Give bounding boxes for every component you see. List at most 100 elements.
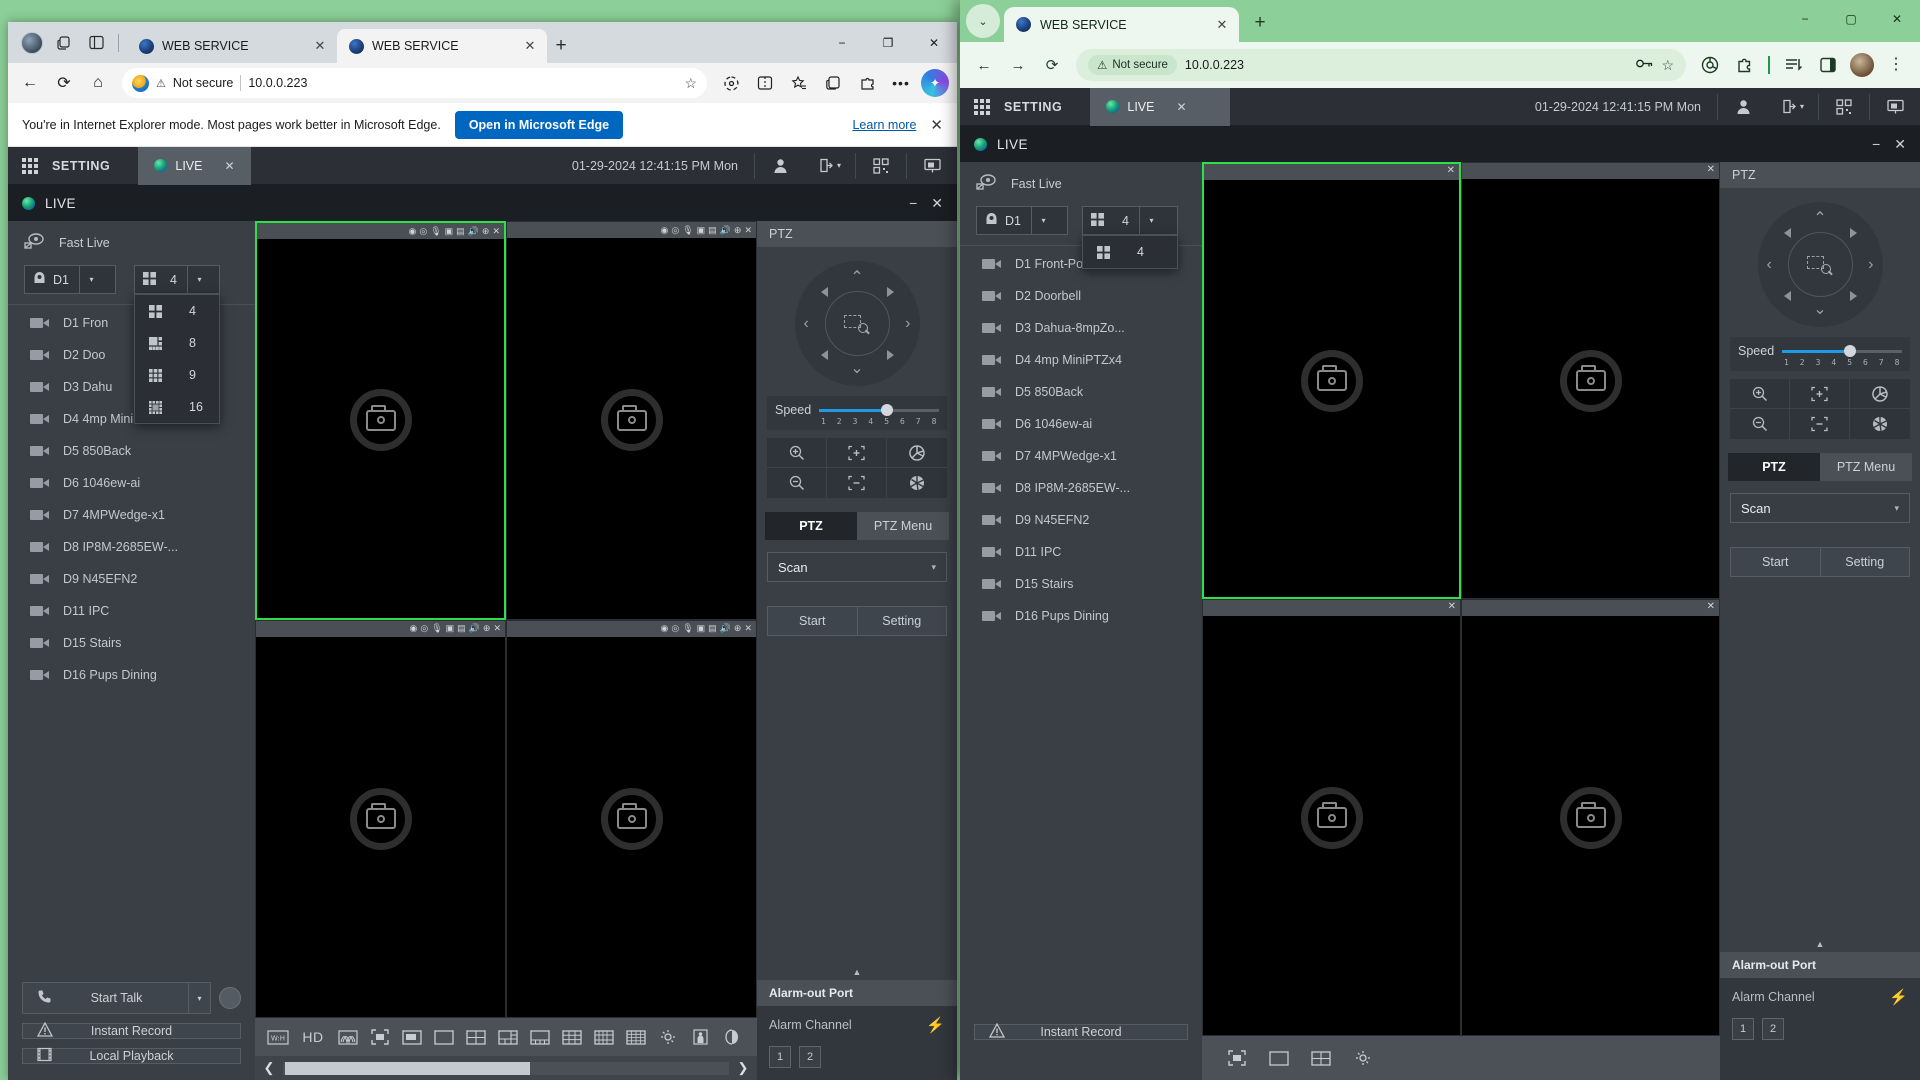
list-item[interactable]: D11 IPC — [8, 595, 255, 627]
view-1-icon[interactable] — [1264, 1043, 1294, 1073]
close-button[interactable]: ✕ — [931, 195, 943, 212]
tab-ptz-menu[interactable]: PTZ Menu — [857, 512, 949, 540]
start-talk-button[interactable]: Start Talk ▾ — [22, 982, 211, 1014]
audio-icon[interactable]: 🔊 — [469, 623, 480, 634]
split-option-8[interactable]: 8 — [135, 327, 219, 359]
zoom-in-icon[interactable] — [1730, 379, 1790, 409]
profile-avatar-button[interactable] — [1846, 49, 1878, 81]
focus-far-icon[interactable] — [827, 468, 887, 498]
ptz-start-button[interactable]: Start — [1730, 547, 1821, 577]
back-button[interactable]: ← — [14, 67, 46, 99]
hd-quality-icon[interactable]: HD — [295, 1022, 331, 1052]
view-13-icon[interactable] — [589, 1022, 619, 1052]
tab-actions-icon[interactable] — [50, 29, 78, 57]
joystick-dial[interactable]: ⌃ ⌄ ‹ › — [1757, 202, 1883, 327]
browser-essentials-icon[interactable] — [715, 67, 747, 99]
instant-record-button[interactable]: Instant Record — [22, 1021, 241, 1039]
video-pane-2[interactable]: ✕ — [1461, 162, 1720, 599]
extensions-icon[interactable] — [1694, 49, 1726, 81]
focus-near-icon[interactable] — [827, 438, 887, 468]
split-screen-icon[interactable] — [749, 67, 781, 99]
zoom-out-icon[interactable] — [767, 468, 827, 498]
audio-icon[interactable]: 🔊 — [720, 623, 731, 634]
talk-status-circle[interactable] — [219, 987, 241, 1009]
ptz-right-arrow[interactable]: › — [1868, 256, 1873, 273]
ai-rules-icon[interactable] — [717, 1022, 747, 1052]
zoom-out-icon[interactable] — [1730, 409, 1790, 439]
list-item[interactable]: D11 IPC — [960, 536, 1202, 568]
ptz-down-arrow[interactable]: ⌄ — [1813, 302, 1826, 318]
setting-menu-label[interactable]: SETTING — [52, 159, 138, 173]
close-icon[interactable]: ✕ — [744, 623, 752, 634]
scrollbar-thumb[interactable] — [285, 1061, 531, 1075]
digital-zoom-icon[interactable]: ⊕ — [734, 623, 742, 634]
fast-live-row[interactable]: Fast Live — [960, 162, 1202, 206]
instant-record-button[interactable]: Instant Record — [974, 1022, 1188, 1040]
maximize-button[interactable]: ❐ — [865, 22, 911, 63]
favorites-icon[interactable] — [783, 67, 815, 99]
video-pane-3[interactable]: ✕ — [1202, 599, 1461, 1036]
chevron-down-icon[interactable]: ▾ — [1138, 207, 1163, 234]
more-menu-icon[interactable]: ⋮ — [1880, 49, 1912, 81]
browser-extensions-icon[interactable] — [851, 67, 883, 99]
smart-track-icon[interactable] — [1348, 1043, 1378, 1073]
ptz-up-right-arrow[interactable] — [886, 287, 894, 297]
digital-zoom-icon[interactable]: ⊕ — [483, 623, 491, 634]
edge-tab-2[interactable]: WEB SERVICE ✕ — [337, 29, 547, 63]
list-item[interactable]: D7 4MPWedge-x1 — [960, 440, 1202, 472]
close-tab-icon[interactable]: ✕ — [311, 38, 329, 54]
chevron-down-icon[interactable]: ▾ — [188, 983, 210, 1013]
list-item[interactable]: D16 Pups Dining — [960, 600, 1202, 632]
close-window-button[interactable]: ✕ — [911, 22, 957, 63]
split-option-9[interactable]: 9 — [135, 359, 219, 391]
logout-icon[interactable]: ▾ — [805, 147, 855, 185]
focus-near-icon[interactable] — [1790, 379, 1850, 409]
close-tab-icon[interactable]: ✕ — [1176, 100, 1186, 114]
user-icon[interactable] — [1718, 88, 1768, 126]
area-zoom-button[interactable] — [824, 291, 890, 356]
close-tab-icon[interactable]: ✕ — [224, 159, 234, 173]
user-icon[interactable] — [755, 147, 805, 185]
logout-icon[interactable]: ▾ — [1768, 88, 1818, 126]
people-count-icon[interactable] — [685, 1022, 715, 1052]
close-icon[interactable]: ✕ — [1707, 164, 1715, 175]
video-pane-1[interactable]: ✕ — [1202, 162, 1461, 599]
mic-icon[interactable]: 🎙 — [682, 623, 693, 634]
view-4-icon[interactable] — [461, 1022, 491, 1052]
slider-knob[interactable] — [1844, 345, 1857, 357]
target-icon[interactable]: ◎ — [420, 623, 428, 634]
close-icon[interactable]: ✕ — [744, 225, 752, 236]
ptz-down-left-arrow[interactable] — [1783, 291, 1791, 301]
chevron-down-icon[interactable]: ▾ — [186, 266, 211, 293]
joystick-dial[interactable]: ⌃ ⌄ ‹ › — [794, 261, 920, 386]
channel-select[interactable]: D1 ▾ — [24, 265, 116, 294]
scroll-right-arrow[interactable]: ❯ — [733, 1060, 753, 1076]
list-item[interactable]: D2 Doorbell — [960, 280, 1202, 312]
minimize-button[interactable]: − — [1782, 0, 1828, 38]
close-icon[interactable]: ✕ — [1448, 601, 1456, 612]
ptz-right-arrow[interactable]: › — [905, 315, 910, 332]
ptz-down-arrow[interactable]: ⌄ — [850, 361, 863, 377]
collections-icon[interactable] — [817, 67, 849, 99]
video-pane-3[interactable]: ◉ ◎ 🎙 ▣ ▤ 🔊 ⊕ ✕ — [255, 619, 506, 1018]
video-pane-2[interactable]: ◉ ◎ 🎙 ▣ ▤ 🔊 ⊕ ✕ — [506, 221, 757, 620]
vertical-tabs-icon[interactable] — [82, 29, 110, 57]
ptz-start-button[interactable]: Start — [767, 606, 858, 636]
close-icon[interactable]: ✕ — [1447, 165, 1455, 176]
copilot-button[interactable]: ✦ — [919, 67, 951, 99]
close-icon[interactable]: ✕ — [492, 226, 500, 237]
target-icon[interactable]: ◎ — [671, 623, 679, 634]
video-pane-1[interactable]: ◉ ◎ 🎙 ▣ ▤ 🔊 ⊕ ✕ — [255, 221, 506, 620]
home-button[interactable]: ⌂ — [82, 67, 114, 99]
smart-track-icon[interactable] — [653, 1022, 683, 1052]
ptz-down-right-arrow[interactable] — [1849, 291, 1857, 301]
minimize-button[interactable]: − — [819, 22, 865, 63]
local-playback-button[interactable]: Local Playback — [22, 1047, 241, 1064]
list-item[interactable]: D5 850Back — [8, 435, 255, 467]
list-item[interactable]: D8 IP8M-2685EW-... — [8, 531, 255, 563]
ptz-setting-button[interactable]: Setting — [857, 606, 947, 636]
chevron-down-icon[interactable]: ▾ — [78, 266, 103, 293]
ptz-joystick[interactable]: ⌃ ⌄ ‹ › — [1720, 188, 1920, 333]
new-tab-button[interactable]: + — [1245, 8, 1275, 38]
list-item[interactable]: D15 Stairs — [8, 627, 255, 659]
